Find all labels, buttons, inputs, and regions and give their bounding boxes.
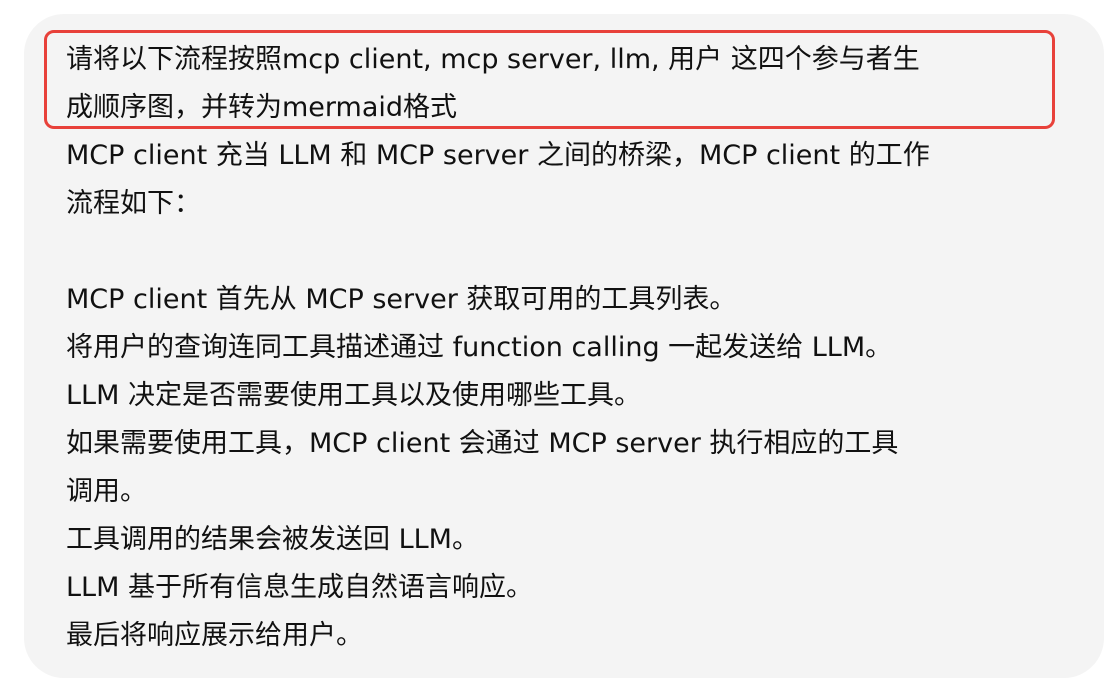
body-line: LLM 基于所有信息生成自然语言响应。 (66, 572, 533, 603)
body-line: LLM 决定是否需要使用工具以及使用哪些工具。 (66, 380, 641, 411)
body-line: 如果需要使用工具，MCP client 会通过 MCP server 执行相应的… (66, 428, 899, 459)
body-line: 将用户的查询连同工具描述通过 function calling 一起发送给 LL… (66, 332, 893, 363)
body-line: 工具调用的结果会被发送回 LLM。 (66, 524, 479, 555)
prompt-line: 请将以下流程按照mcp client, mcp server, llm, 用户 … (66, 44, 920, 75)
body-line: 最后将响应展示给用户。 (66, 620, 363, 651)
body-line: 流程如下： (66, 188, 201, 219)
body-line: MCP client 首先从 MCP server 获取可用的工具列表。 (66, 284, 737, 315)
body-line: MCP client 充当 LLM 和 MCP server 之间的桥梁，MCP… (66, 140, 930, 171)
body-line: 调用。 (66, 476, 147, 507)
prompt-line: 成顺序图，并转为mermaid格式 (66, 92, 458, 123)
message-text: 请将以下流程按照mcp client, mcp server, llm, 用户 … (66, 36, 1066, 660)
